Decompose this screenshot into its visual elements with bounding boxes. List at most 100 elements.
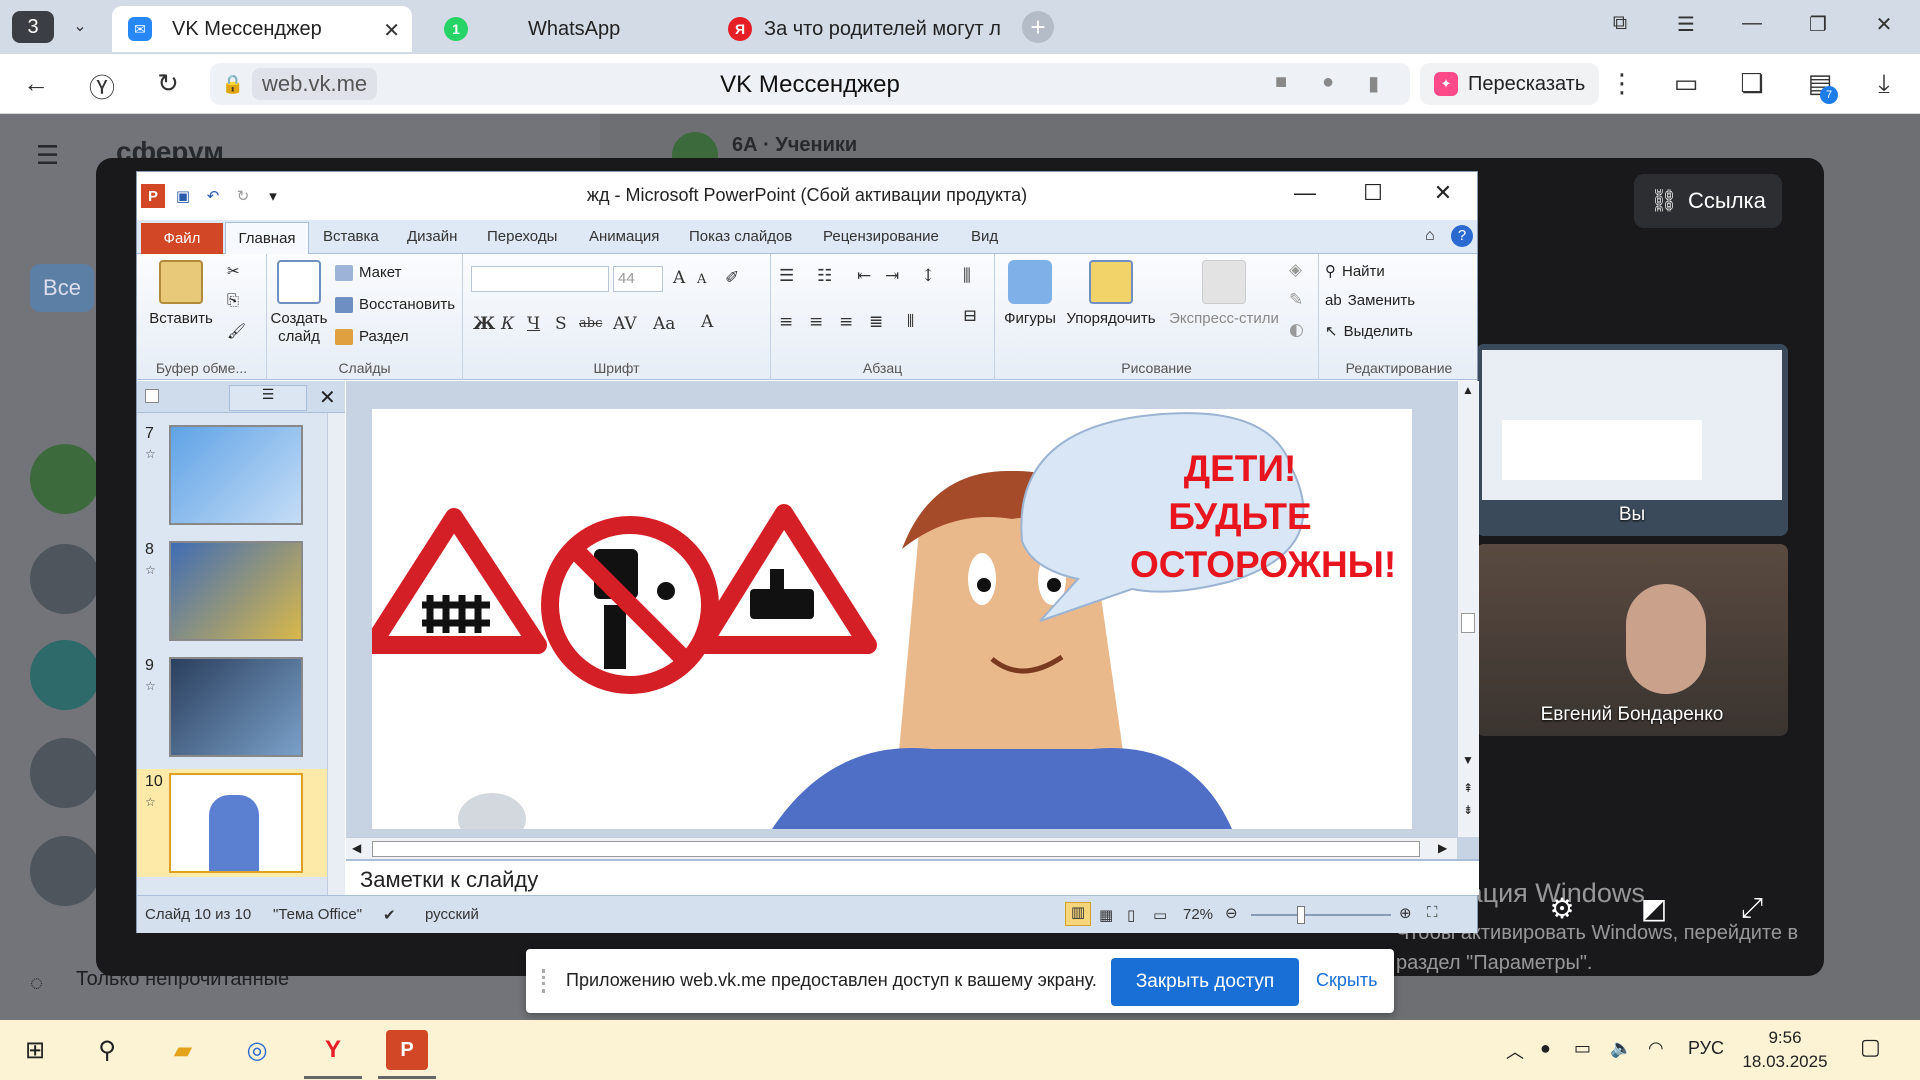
replace-button[interactable]: ab Заменить <box>1325 292 1415 309</box>
fit-to-window-icon[interactable]: ⛶ <box>1427 904 1438 921</box>
hamburger-icon[interactable]: ☰ <box>36 140 59 171</box>
search-tool-icon[interactable]: ◎ <box>236 1030 278 1070</box>
zoom-in-icon[interactable]: ⊕ <box>1399 904 1412 922</box>
outline-tab-icon[interactable]: ☰ <box>229 385 307 411</box>
zoom-slider-thumb[interactable] <box>1297 906 1305 924</box>
cut-icon[interactable]: ✂ <box>227 262 240 280</box>
slides-tab-icon[interactable] <box>145 389 159 403</box>
slide-thumbnail-9[interactable]: 9 ☆ <box>137 653 327 761</box>
font-color-icon[interactable]: A <box>701 312 713 332</box>
stop-sharing-button[interactable]: Закрыть доступ <box>1111 958 1299 1006</box>
new-tab-button[interactable]: + <box>1022 11 1054 43</box>
tab-whatsapp[interactable]: 1 WhatsApp <box>428 6 698 52</box>
font-family-select[interactable] <box>471 266 609 292</box>
columns-icon[interactable]: ⫴ <box>907 312 914 332</box>
menu-icon[interactable]: ☰ <box>1666 12 1706 37</box>
slide-vertical-scrollbar[interactable]: ▲ ▼ ⇞ ⇟ <box>1457 381 1479 837</box>
format-painter-icon[interactable]: 🖌 <box>227 322 246 340</box>
avatar[interactable] <box>30 640 100 710</box>
tab-insert[interactable]: Вставка <box>323 228 379 245</box>
microphone-tray-icon[interactable]: ● <box>1540 1038 1551 1059</box>
input-language[interactable]: РУС <box>1688 1038 1724 1059</box>
address-bar[interactable]: 🔒 web.vk.me VK Мессенджер ■ ● ▮ <box>210 63 1410 105</box>
volume-icon[interactable]: 🔈 <box>1610 1038 1632 1059</box>
increase-indent-icon[interactable]: ⇥ <box>885 266 899 286</box>
participant-video-tile[interactable]: Евгений Бондаренко <box>1476 544 1788 736</box>
tab-view[interactable]: Вид <box>971 228 998 245</box>
zoom-slider[interactable] <box>1251 914 1391 916</box>
bold-icon[interactable]: Ж <box>473 314 495 334</box>
bookmark-icon[interactable]: ▮ <box>1368 71 1379 96</box>
align-center-icon[interactable]: ≡ <box>809 312 823 332</box>
battery-icon[interactable]: ▭ <box>1574 1038 1591 1059</box>
scroll-down-icon[interactable]: ▼ <box>1462 753 1474 767</box>
prev-slide-icon[interactable]: ⇞ <box>1463 781 1473 795</box>
reset-button[interactable]: Восстановить <box>335 296 455 313</box>
normal-view-icon[interactable]: ▥ <box>1065 902 1091 926</box>
copy-icon[interactable]: ⎘ <box>227 292 239 309</box>
shadow-icon[interactable]: S <box>555 314 567 334</box>
tab-home[interactable]: Главная <box>225 222 309 255</box>
scroll-left-icon[interactable]: ◀ <box>352 841 361 855</box>
filter-all-tab[interactable]: Все <box>30 264 94 312</box>
notifications-icon[interactable]: ▢ <box>1860 1034 1881 1060</box>
downloads-icon[interactable]: ⤓ <box>1866 68 1902 100</box>
bookmarks-panel-icon[interactable]: ⧉ <box>1600 12 1640 35</box>
reading-view-icon[interactable]: ▯ <box>1127 906 1135 924</box>
align-text-icon[interactable]: ⊟ <box>963 306 977 326</box>
paste-button[interactable]: Вставить <box>141 260 221 328</box>
search-icon[interactable]: ⚲ <box>86 1030 128 1070</box>
help-icon[interactable]: ? <box>1451 225 1473 247</box>
sorter-view-icon[interactable]: ▦ <box>1099 906 1113 924</box>
scroll-right-icon[interactable]: ▶ <box>1438 841 1447 855</box>
tab-transitions[interactable]: Переходы <box>487 228 557 245</box>
clear-format-icon[interactable]: ✐ <box>725 268 739 288</box>
new-slide-button[interactable]: Создать слайд <box>269 260 329 346</box>
retell-button[interactable]: ✦ Пересказать <box>1420 63 1600 105</box>
tab-article[interactable]: Я За что родителей могут л <box>712 6 1012 52</box>
shrink-font-icon[interactable]: A <box>697 272 706 287</box>
powerpoint-taskbar-icon[interactable]: P <box>386 1030 428 1070</box>
slide-horizontal-scrollbar[interactable]: ◀ ▶ <box>346 837 1457 859</box>
strikethrough-icon[interactable]: abc <box>579 316 602 331</box>
next-slide-icon[interactable]: ⇟ <box>1463 803 1473 817</box>
yandex-icon[interactable]: Ⓨ <box>84 68 120 105</box>
slide-thumbnail-7[interactable]: 7 ☆ <box>137 421 327 529</box>
taskbar-clock[interactable]: 9:56 18.03.2025 <box>1740 1026 1830 1074</box>
wifi-icon[interactable]: ◠ <box>1648 1038 1664 1059</box>
shapes-button[interactable]: Фигуры <box>999 260 1061 328</box>
underline-icon[interactable]: Ч <box>527 314 540 334</box>
zoom-out-icon[interactable]: ⊖ <box>1225 904 1238 922</box>
slide-notes[interactable]: Заметки к слайду <box>346 859 1479 895</box>
scroll-thumb[interactable] <box>1461 613 1475 633</box>
bullets-icon[interactable]: ☰ <box>779 266 794 286</box>
scroll-up-icon[interactable]: ▲ <box>1462 383 1474 397</box>
align-left-icon[interactable]: ≡ <box>779 312 793 332</box>
ppt-maximize-icon[interactable]: ☐ <box>1353 180 1393 206</box>
zoom-level[interactable]: 72% <box>1183 906 1213 923</box>
h-scroll-thumb[interactable] <box>372 841 1420 857</box>
show-hidden-icons-icon[interactable]: ︿ <box>1506 1038 1524 1064</box>
decrease-indent-icon[interactable]: ⇤ <box>857 266 871 286</box>
justify-icon[interactable]: ≣ <box>869 312 883 332</box>
close-pane-icon[interactable]: ✕ <box>319 385 336 410</box>
hide-notification-link[interactable]: Скрыть <box>1316 970 1377 991</box>
tab-review[interactable]: Рецензирование <box>823 228 939 245</box>
tab-file[interactable]: Файл <box>141 223 223 254</box>
text-direction-icon[interactable]: ⫼ <box>963 266 971 286</box>
ppt-close-icon[interactable]: ✕ <box>1423 180 1463 206</box>
tab-slideshow[interactable]: Показ слайдов <box>689 228 792 245</box>
section-button[interactable]: Раздел <box>335 328 409 345</box>
call-link-button[interactable]: ⛓ Ссылка <box>1634 174 1782 228</box>
grow-font-icon[interactable]: A <box>673 268 685 288</box>
file-explorer-icon[interactable]: ▰ <box>162 1030 204 1070</box>
avatar[interactable] <box>30 444 100 514</box>
camera-icon[interactable]: ■ <box>1275 71 1287 94</box>
quick-styles-button[interactable]: Экспресс-стили <box>1165 260 1283 328</box>
slide-thumbnail-8[interactable]: 8 ☆ <box>137 537 327 645</box>
more-menu-icon[interactable]: ⋮ <box>1604 68 1640 99</box>
italic-icon[interactable]: К <box>501 314 514 334</box>
shape-outline-icon[interactable]: ✎ <box>1289 290 1303 310</box>
spellcheck-icon[interactable]: ✔ <box>383 906 396 924</box>
tabs-dropdown-icon[interactable]: ⌄ <box>64 13 96 41</box>
